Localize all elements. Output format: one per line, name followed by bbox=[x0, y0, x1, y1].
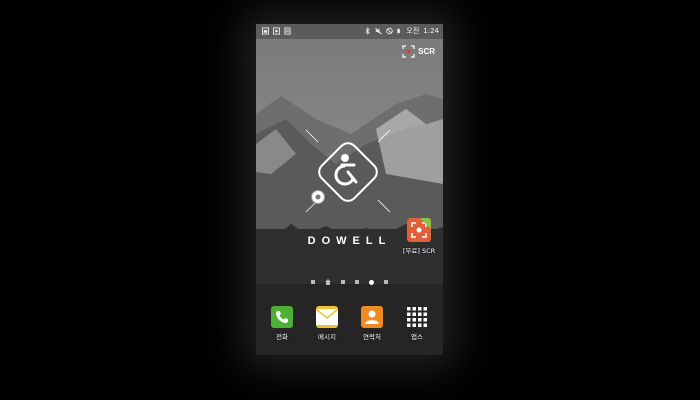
home-page-icon[interactable] bbox=[325, 279, 331, 285]
status-bar: 오전 1:24 bbox=[256, 24, 443, 39]
dock-label-phone: 전화 bbox=[276, 333, 288, 341]
page-dot[interactable] bbox=[341, 280, 345, 284]
dock-app-messages[interactable]: 메시지 bbox=[307, 306, 347, 341]
dock-label-messages: 메시지 bbox=[318, 333, 336, 341]
image-icon bbox=[262, 27, 269, 35]
time-ampm: 오전 bbox=[406, 27, 420, 35]
dock-app-apps[interactable]: 앱스 bbox=[397, 306, 437, 341]
bluetooth-icon bbox=[365, 27, 371, 35]
scr-overlay-button[interactable]: SCR bbox=[402, 45, 435, 58]
page-dot-active[interactable] bbox=[369, 279, 374, 285]
page-indicator bbox=[256, 279, 443, 285]
scr-overlay-label: SCR bbox=[418, 47, 435, 56]
dock-app-phone[interactable]: 전화 bbox=[262, 306, 302, 341]
screen-record-icon bbox=[273, 27, 280, 35]
page-dot[interactable] bbox=[384, 280, 388, 284]
dock-app-contacts[interactable]: 연락처 bbox=[352, 306, 392, 341]
desktop-app-label: [무료] SCR bbox=[402, 247, 436, 255]
page-dot[interactable] bbox=[311, 280, 315, 284]
dock-label-apps: 앱스 bbox=[411, 333, 423, 341]
phone-icon bbox=[271, 306, 293, 328]
dock-label-contacts: 연락처 bbox=[363, 333, 381, 341]
contacts-icon bbox=[361, 306, 383, 328]
scr-app-icon bbox=[407, 218, 431, 242]
desktop-app-scr[interactable]: [무료] SCR bbox=[400, 218, 438, 255]
dock: 전화 메시지 연락처 앱스 bbox=[256, 306, 443, 346]
no-disturb-icon bbox=[386, 27, 394, 35]
dowell-logo bbox=[305, 129, 391, 213]
mute-icon bbox=[375, 27, 383, 35]
record-target-icon bbox=[402, 45, 415, 58]
message-icon bbox=[315, 306, 339, 328]
apps-grid-icon bbox=[406, 306, 428, 328]
page-dot[interactable] bbox=[355, 280, 359, 284]
clock: 1:24 bbox=[423, 27, 439, 35]
document-icon bbox=[284, 27, 291, 35]
battery-icon bbox=[397, 28, 401, 34]
phone-screen: 오전 1:24 SCR DOWELL [무료] SCR 전화 메시지 연락처 앱… bbox=[256, 24, 443, 355]
